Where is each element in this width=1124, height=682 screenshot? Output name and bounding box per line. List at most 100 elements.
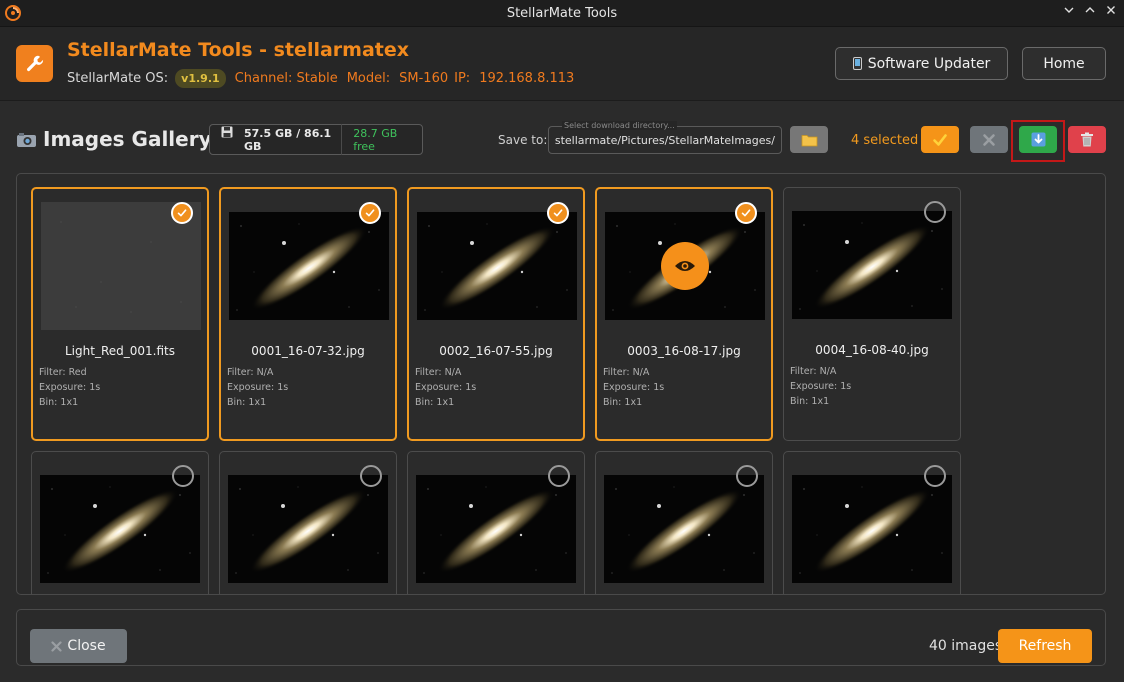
- image-card[interactable]: [407, 451, 585, 594]
- image-thumbnail: [417, 212, 577, 320]
- image-bin: Bin: 1x1: [790, 396, 830, 407]
- image-thumbnail: [229, 212, 389, 320]
- image-card[interactable]: 0002_16-07-55.jpg Filter: N/A Exposure: …: [407, 187, 585, 441]
- tools-logo: [16, 45, 53, 82]
- unselected-circle-icon[interactable]: [736, 465, 758, 487]
- image-filename: 0004_16-08-40.jpg: [815, 343, 929, 357]
- image-filter: Filter: N/A: [603, 367, 650, 378]
- image-bin: Bin: 1x1: [415, 397, 455, 408]
- image-card[interactable]: Light_Red_001.fits Filter: Red Exposure:…: [31, 187, 209, 441]
- phone-icon: [852, 57, 862, 70]
- checkmark-icon: [933, 133, 947, 146]
- minimize-icon[interactable]: [1059, 3, 1079, 23]
- image-filename: 0001_16-07-32.jpg: [251, 344, 365, 358]
- close-window-icon[interactable]: [1101, 3, 1121, 23]
- storage-used-text: 57.5 GB / 86.1 GB: [244, 126, 332, 153]
- software-updater-button[interactable]: Software Updater: [835, 47, 1008, 80]
- image-exposure: Exposure: 1s: [227, 382, 289, 393]
- selected-check-icon[interactable]: [735, 202, 757, 224]
- image-bin: Bin: 1x1: [603, 397, 643, 408]
- download-highlight: [1011, 120, 1065, 162]
- version-badge: v1.9.1: [175, 69, 226, 88]
- app-title: StellarMate Tools - stellarmatex: [67, 39, 409, 61]
- floppy-disk-icon: [221, 126, 233, 137]
- home-label: Home: [1043, 55, 1085, 72]
- image-filter: Filter: N/A: [790, 366, 837, 377]
- home-button[interactable]: Home: [1022, 47, 1106, 80]
- image-card[interactable]: 0004_16-08-40.jpg Filter: N/A Exposure: …: [783, 187, 961, 441]
- selected-count: 4 selected: [851, 133, 919, 148]
- image-gallery[interactable]: Light_Red_001.fits Filter: Red Exposure:…: [16, 173, 1106, 595]
- close-button[interactable]: Close: [30, 629, 127, 663]
- image-thumbnail: [792, 211, 952, 319]
- software-updater-label: Software Updater: [867, 55, 991, 72]
- model-value: SM-160: [399, 71, 449, 86]
- camera-icon: [17, 132, 36, 147]
- image-metadata: Filter: Red Exposure: 1s Bin: 1x1: [39, 365, 100, 410]
- save-to-label: Save to:: [498, 133, 548, 147]
- storage-used: 57.5 GB / 86.1 GB: [210, 126, 341, 153]
- model-label: Model:: [346, 71, 391, 86]
- image-thumbnail: [605, 212, 765, 320]
- gallery-title: Images Gallery: [16, 127, 212, 151]
- image-bin: Bin: 1x1: [227, 397, 267, 408]
- image-thumbnail: [792, 475, 952, 583]
- deselect-all-button[interactable]: [970, 126, 1008, 153]
- image-exposure: Exposure: 1s: [790, 381, 852, 392]
- image-filter: Filter: Red: [39, 367, 87, 378]
- ip-label: IP:: [454, 71, 471, 86]
- image-card[interactable]: [31, 451, 209, 594]
- image-thumbnail: [416, 475, 576, 583]
- image-exposure: Exposure: 1s: [39, 382, 101, 393]
- image-filter: Filter: N/A: [227, 367, 274, 378]
- x-icon: [51, 640, 63, 652]
- window-title: StellarMate Tools: [506, 6, 618, 21]
- image-metadata: Filter: N/A Exposure: 1s Bin: 1x1: [227, 365, 288, 410]
- unselected-circle-icon[interactable]: [172, 465, 194, 487]
- image-metadata: Filter: N/A Exposure: 1s Bin: 1x1: [790, 364, 851, 409]
- image-filename: Light_Red_001.fits: [65, 344, 175, 358]
- gallery-title-text: Images Gallery: [43, 127, 212, 151]
- image-thumbnail: [604, 475, 764, 583]
- unselected-circle-icon[interactable]: [924, 201, 946, 223]
- wrench-icon: [26, 55, 43, 71]
- folder-icon: [801, 134, 817, 146]
- app-header: StellarMate Tools - stellarmatex Stellar…: [0, 27, 1124, 101]
- image-metadata: Filter: N/A Exposure: 1s Bin: 1x1: [603, 365, 664, 410]
- image-card[interactable]: 0001_16-07-32.jpg Filter: N/A Exposure: …: [219, 187, 397, 441]
- image-card[interactable]: [595, 451, 773, 594]
- device-info: StellarMate OS: v1.9.1 Channel: Stable M…: [67, 69, 574, 88]
- image-bin: Bin: 1x1: [39, 397, 79, 408]
- window-titlebar: StellarMate Tools: [0, 0, 1124, 27]
- image-filename: 0003_16-08-17.jpg: [627, 344, 741, 358]
- storage-indicator: 57.5 GB / 86.1 GB 28.7 GB free: [209, 124, 423, 155]
- image-card[interactable]: 0003_16-08-17.jpg Filter: N/A Exposure: …: [595, 187, 773, 441]
- image-filename: 0002_16-07-55.jpg: [439, 344, 553, 358]
- image-thumbnail: [40, 475, 200, 583]
- unselected-circle-icon[interactable]: [548, 465, 570, 487]
- x-icon: [983, 133, 995, 146]
- select-all-button[interactable]: [921, 126, 959, 153]
- close-label: Close: [67, 638, 106, 654]
- download-directory-input[interactable]: [548, 126, 782, 154]
- image-metadata: Filter: N/A Exposure: 1s Bin: 1x1: [415, 365, 476, 410]
- preview-eye-icon[interactable]: [661, 242, 709, 290]
- image-filter: Filter: N/A: [415, 367, 462, 378]
- refresh-button[interactable]: Refresh: [998, 629, 1092, 663]
- selected-check-icon[interactable]: [171, 202, 193, 224]
- unselected-circle-icon[interactable]: [360, 465, 382, 487]
- selected-check-icon[interactable]: [359, 202, 381, 224]
- maximize-icon[interactable]: [1080, 3, 1100, 23]
- image-exposure: Exposure: 1s: [603, 382, 665, 393]
- image-thumbnail: [228, 475, 388, 583]
- os-label: StellarMate OS:: [67, 71, 169, 86]
- image-card[interactable]: [783, 451, 961, 594]
- browse-folder-button[interactable]: [790, 126, 828, 153]
- channel-text: Channel: Stable: [234, 71, 338, 86]
- ip-value: 192.168.8.113: [479, 71, 575, 86]
- image-card[interactable]: [219, 451, 397, 594]
- directory-field-hint: Select download directory...: [562, 121, 677, 130]
- unselected-circle-icon[interactable]: [924, 465, 946, 487]
- delete-button[interactable]: [1068, 126, 1106, 153]
- selected-check-icon[interactable]: [547, 202, 569, 224]
